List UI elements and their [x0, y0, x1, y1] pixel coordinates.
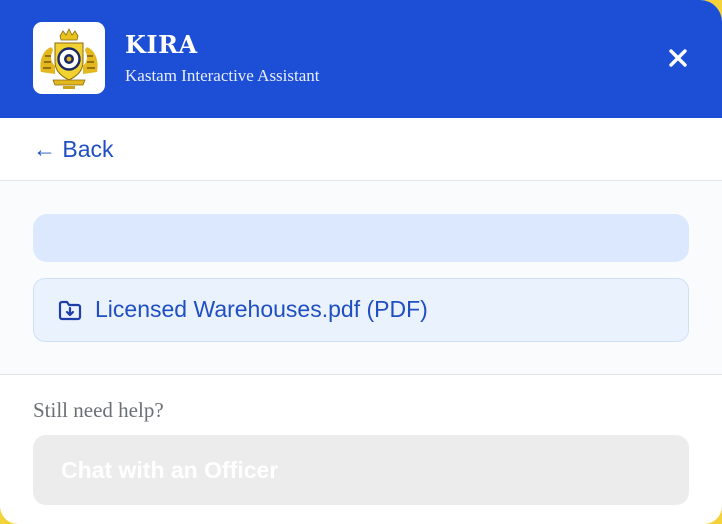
- widget-header: KIRA Kastam Interactive Assistant: [0, 0, 722, 118]
- folder-download-icon: [57, 298, 83, 322]
- chat-with-officer-button[interactable]: Chat with an Officer: [33, 435, 689, 505]
- chat-widget: KIRA Kastam Interactive Assistant ← Back…: [0, 0, 722, 524]
- attachment-filename: Licensed Warehouses.pdf (PDF): [95, 296, 428, 322]
- close-icon: [669, 49, 687, 67]
- attachment-card[interactable]: Licensed Warehouses.pdf (PDF): [33, 278, 689, 342]
- royal-customs-crest-icon: [33, 22, 105, 94]
- message-area: Licensed Warehouses.pdf (PDF): [0, 181, 722, 375]
- help-prompt: Still need help?: [33, 398, 164, 422]
- back-link[interactable]: ← Back: [33, 135, 114, 163]
- app-title: KIRA: [125, 30, 198, 59]
- chat-button-label: Chat with an Officer: [61, 457, 279, 483]
- empty-message-bubble: [33, 214, 689, 262]
- app-subtitle: Kastam Interactive Assistant: [125, 66, 320, 85]
- navigation-bar: ← Back: [0, 118, 722, 181]
- close-button[interactable]: [660, 40, 696, 76]
